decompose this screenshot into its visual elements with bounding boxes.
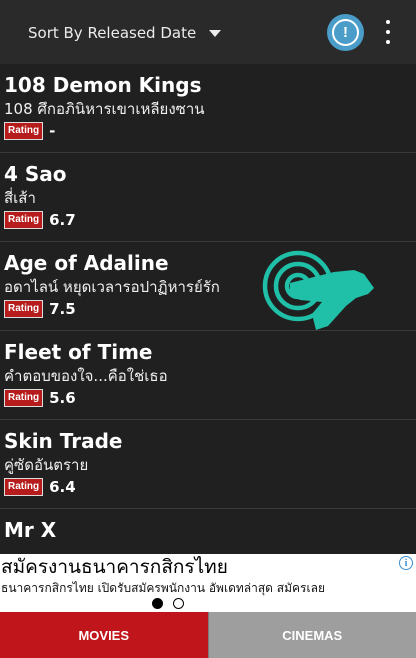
ad-subtitle: ธนาคารกสิกรไทย เปิดรับสมัครพนักงาน อัพเด… bbox=[1, 581, 325, 595]
sort-dropdown[interactable]: Sort By Released Date bbox=[28, 20, 222, 46]
rating-badge: Rating bbox=[4, 478, 44, 496]
rating-value: 5.6 bbox=[49, 389, 76, 407]
rating-badge: Rating bbox=[4, 211, 44, 229]
rating-value: 7.5 bbox=[49, 300, 76, 318]
tab-cinemas[interactable]: CINEMAS bbox=[207, 612, 416, 658]
ad-banner[interactable]: สมัครงานธนาคารกสิกรไทย ธนาคารกสิกรไทย เป… bbox=[0, 554, 416, 612]
rating-line: Rating 6.4 bbox=[4, 478, 416, 496]
movie-title: Mr X bbox=[4, 518, 57, 542]
rating-line: Rating - bbox=[4, 122, 416, 140]
rating-badge: Rating bbox=[4, 389, 44, 407]
movie-thai-title: คำตอบของใจ...คือใช่เธอ bbox=[4, 367, 168, 385]
list-item[interactable]: 108 Demon Kings 108 ศึกอภินิหารเขาเหลียง… bbox=[0, 64, 416, 153]
page-indicator bbox=[152, 598, 184, 609]
movie-thai-title: คู่ซัดอันตราย bbox=[4, 456, 89, 474]
page-dot-active[interactable] bbox=[152, 598, 163, 609]
rating-value: 6.7 bbox=[49, 211, 76, 229]
rating-line: Rating 5.6 bbox=[4, 389, 416, 407]
more-vertical-icon[interactable] bbox=[380, 20, 396, 44]
list-item[interactable]: Skin Trade คู่ซัดอันตราย Rating 6.4 bbox=[0, 420, 416, 509]
ad-info-icon[interactable]: i bbox=[399, 556, 413, 570]
top-toolbar: Sort By Released Date ! bbox=[0, 0, 416, 64]
info-button[interactable]: ! bbox=[327, 14, 364, 51]
info-glyph: ! bbox=[343, 24, 348, 41]
page-dot[interactable] bbox=[173, 598, 184, 609]
ad-info-glyph: i bbox=[404, 557, 408, 569]
list-item[interactable]: 4 Sao สี่เส้า Rating 6.7 bbox=[0, 153, 416, 242]
movie-thai-title: 108 ศึกอภินิหารเขาเหลียงซาน bbox=[4, 100, 205, 118]
movie-title: 108 Demon Kings bbox=[4, 73, 202, 97]
movie-title: 4 Sao bbox=[4, 162, 67, 186]
rating-badge: Rating bbox=[4, 300, 44, 318]
movie-list[interactable]: 108 Demon Kings 108 ศึกอภินิหารเขาเหลียง… bbox=[0, 64, 416, 554]
rating-line: Rating 6.7 bbox=[4, 211, 416, 229]
list-item[interactable]: Fleet of Time คำตอบของใจ...คือใช่เธอ Rat… bbox=[0, 331, 416, 420]
tab-movies[interactable]: MOVIES bbox=[0, 612, 208, 658]
rating-value: 6.4 bbox=[49, 478, 76, 496]
rating-line: Rating 7.5 bbox=[4, 300, 416, 318]
movie-thai-title: สี่เส้า bbox=[4, 189, 36, 207]
sort-label: Sort By Released Date bbox=[28, 24, 197, 42]
movie-thai-title: อดาไลน์ หยุดเวลารอปาฏิหารย์รัก bbox=[4, 278, 220, 296]
chevron-down-icon bbox=[209, 29, 222, 37]
movie-title: Age of Adaline bbox=[4, 251, 169, 275]
rating-value: - bbox=[49, 122, 56, 140]
bottom-tab-bar: MOVIES CINEMAS bbox=[0, 612, 416, 658]
list-item[interactable]: Age of Adaline อดาไลน์ หยุดเวลารอปาฏิหาร… bbox=[0, 242, 416, 331]
list-item[interactable]: Mr X bbox=[0, 509, 416, 554]
movie-title: Fleet of Time bbox=[4, 340, 153, 364]
movie-title: Skin Trade bbox=[4, 429, 123, 453]
ad-title: สมัครงานธนาคารกสิกรไทย bbox=[1, 556, 228, 578]
info-circle-icon: ! bbox=[332, 19, 359, 46]
rating-badge: Rating bbox=[4, 122, 44, 140]
